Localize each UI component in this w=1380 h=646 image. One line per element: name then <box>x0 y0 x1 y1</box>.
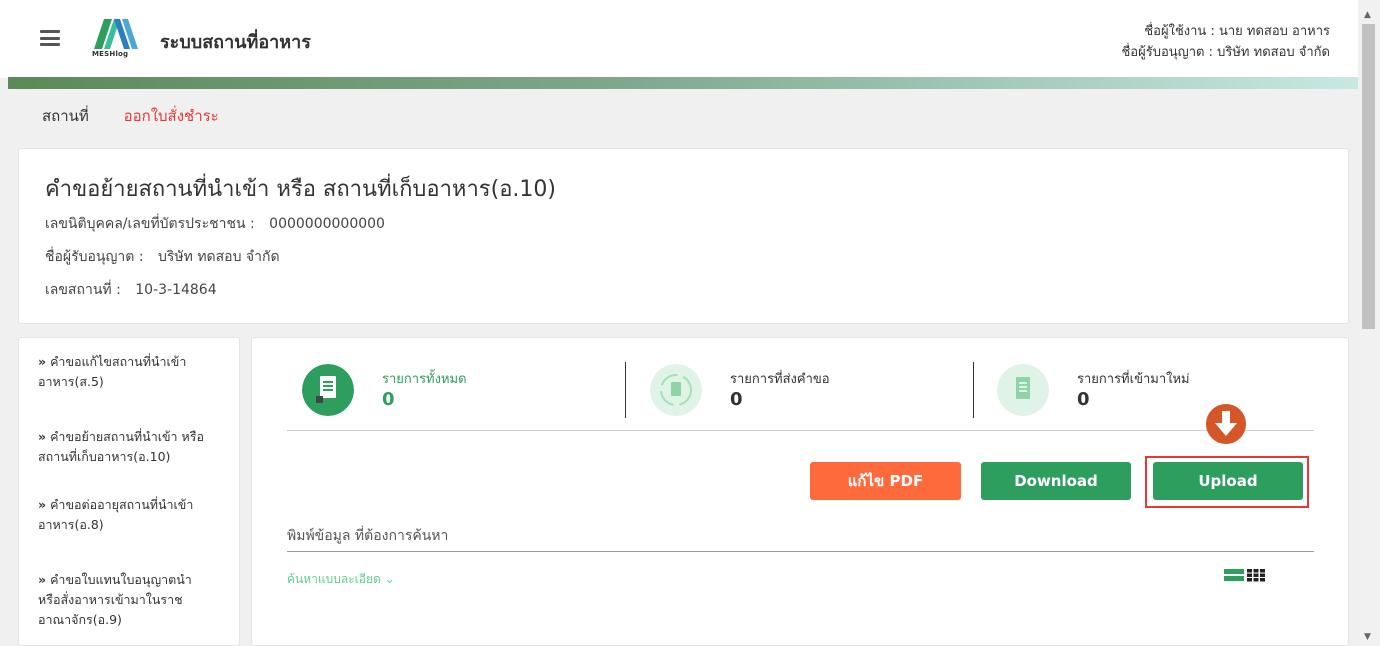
logo-text: MESHlog <box>92 50 129 58</box>
scroll-down-icon[interactable]: ▼ <box>1364 632 1371 642</box>
page-title: คำขอย้ายสถานที่นำเข้า หรือ สถานที่เก็บอา… <box>45 177 556 202</box>
request-info-card: คำขอย้ายสถานที่นำเข้า หรือ สถานที่เก็บอา… <box>18 148 1349 324</box>
grid-view-icon <box>1247 569 1265 582</box>
download-button[interactable]: Download <box>981 462 1131 500</box>
stat-submitted-label: รายการที่ส่งคำขอ <box>730 372 830 387</box>
stat-new-value: 0 <box>1077 389 1090 410</box>
sidebar-item-s5[interactable]: » คำขอแก้ไขสถานที่นำเข้า อาหาร(ส.5) <box>38 352 230 392</box>
id-row: เลขนิติบุคคล/เลขที่บัตรประชาชน : 0000000… <box>45 213 385 235</box>
divider <box>625 362 626 418</box>
place-value: 10-3-14864 <box>135 282 217 298</box>
sidebar-item-o10[interactable]: » คำขอย้ายสถานที่นำเข้า หรือ สถานที่เก็บ… <box>38 427 230 467</box>
new-document-icon <box>997 364 1049 416</box>
sub-navigation: สถานที่ ออกใบสั่งชำระ <box>42 104 249 128</box>
search-underline <box>287 551 1314 552</box>
nav-item-payment-order[interactable]: ออกใบสั่งชำระ <box>124 107 219 125</box>
licensee-label: ชื่อผู้รับอนุญาต : <box>45 249 144 265</box>
sidebar: » คำขอแก้ไขสถานที่นำเข้า อาหาร(ส.5) » คำ… <box>18 337 240 646</box>
app-title: ระบบสถานที่อาหาร <box>160 32 311 53</box>
stat-new-label: รายการที่เข้ามาใหม่ <box>1077 372 1190 387</box>
scroll-up-icon[interactable]: ▲ <box>1364 10 1371 20</box>
stats-divider-line <box>287 430 1314 431</box>
double-chevron-icon: » <box>38 497 47 512</box>
double-chevron-icon: » <box>38 429 47 444</box>
scrollbar-thumb[interactable] <box>1362 24 1375 329</box>
user-name: ชื่อผู้ใช้งาน : นาย ทดสอบ อาหาร <box>1144 24 1330 39</box>
search-input[interactable]: พิมพ์ข้อมูล ที่ต้องการค้นหา <box>287 525 448 547</box>
double-chevron-icon: » <box>38 572 47 587</box>
document-icon <box>302 364 354 416</box>
advanced-search-toggle[interactable]: ค้นหาแบบละเอียด ⌄ <box>287 570 395 589</box>
double-chevron-icon: » <box>38 354 47 369</box>
list-view-icon <box>1224 569 1244 581</box>
licensee-value: บริษัท ทดสอบ จำกัด <box>158 249 280 265</box>
licensee-row: ชื่อผู้รับอนุญาต : บริษัท ทดสอบ จำกัด <box>45 246 280 268</box>
edit-pdf-button[interactable]: แก้ไข PDF <box>810 462 961 500</box>
chevron-down-icon: ⌄ <box>384 572 395 586</box>
nav-item-place[interactable]: สถานที่ <box>42 107 89 125</box>
id-label: เลขนิติบุคคล/เลขที่บัตรประชาชน : <box>45 216 255 232</box>
stat-submitted-value: 0 <box>730 389 743 410</box>
stat-total-value: 0 <box>382 389 395 410</box>
id-value: 0000000000000 <box>269 216 385 232</box>
place-row: เลขสถานที่ : 10-3-14864 <box>45 279 217 301</box>
arrow-down-icon <box>1206 404 1246 444</box>
top-bar: MESHlog ระบบสถานที่อาหาร ชื่อผู้ใช้งาน :… <box>0 0 1358 78</box>
sidebar-item-o8[interactable]: » คำขอต่ออายุสถานที่นำเข้า อาหาร(อ.8) <box>38 495 230 535</box>
licensee-name: ชื่อผู้รับอนุญาต : บริษัท ทดสอบ จำกัด <box>1121 45 1330 60</box>
sidebar-item-o9[interactable]: » คำขอใบแทนใบอนุญาตนำ หรือสั่งอาหารเข้าม… <box>38 570 230 630</box>
divider <box>973 362 974 418</box>
place-label: เลขสถานที่ : <box>45 282 121 298</box>
main-panel: รายการทั้งหมด 0 รายการที่ส่งคำขอ 0 รายกา… <box>251 337 1349 646</box>
header-gradient-bar <box>8 77 1358 89</box>
view-toggle[interactable] <box>1224 568 1286 582</box>
stat-total-label: รายการทั้งหมด <box>382 372 467 387</box>
refresh-document-icon <box>650 364 702 416</box>
user-info: ชื่อผู้ใช้งาน : นาย ทดสอบ อาหาร ชื่อผู้ร… <box>1121 21 1330 63</box>
upload-button[interactable]: Upload <box>1153 462 1303 500</box>
hamburger-menu-icon[interactable] <box>40 30 60 46</box>
